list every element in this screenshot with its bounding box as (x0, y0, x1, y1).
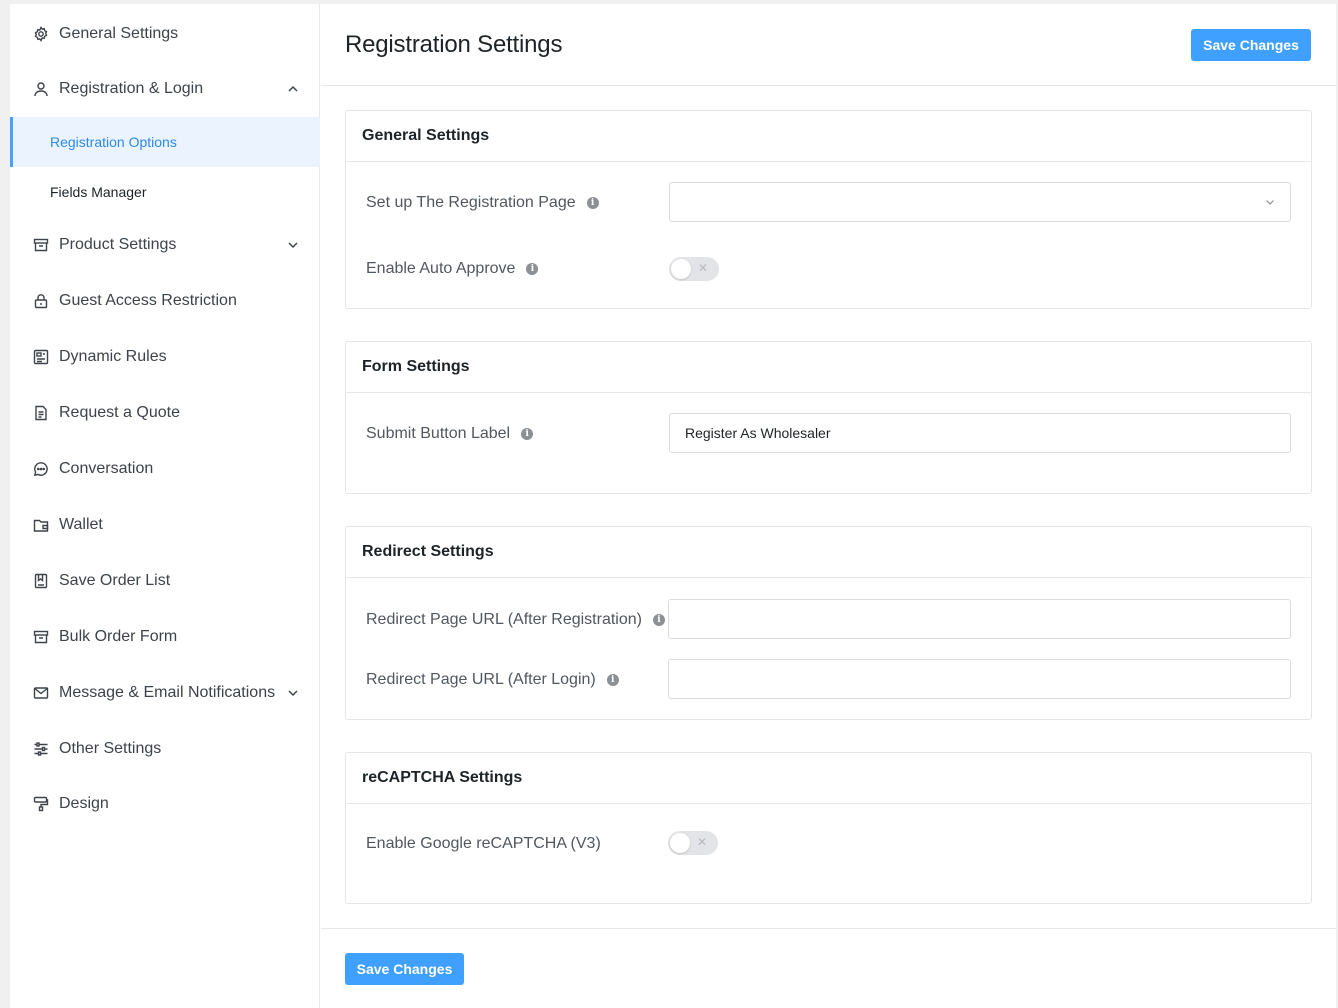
sidebar-item-label: Wallet (59, 516, 103, 533)
toggle-knob (670, 833, 690, 853)
input-value: Register As Wholesaler (685, 425, 831, 441)
chevron-down-icon[interactable] (286, 686, 300, 700)
archive-box-icon (32, 628, 50, 646)
sidebar-item-bulk-order-form[interactable]: Bulk Order Form (10, 615, 320, 659)
auto-approve-row: Enable Auto Approve i (366, 260, 539, 278)
sidebar-item-label: General Settings (59, 25, 179, 42)
field-label: Set up The Registration Page (366, 194, 576, 211)
form-settings-card: Form Settings Submit Button Label i Regi… (345, 341, 1312, 494)
sidebar-item-label: Registration & Login (59, 80, 204, 97)
sidebar-item-conversation[interactable]: Conversation (10, 447, 320, 491)
archive-box-icon (32, 236, 50, 254)
gear-icon (32, 25, 50, 43)
sidebar-item-label: Request a Quote (59, 404, 180, 421)
redirect-after-login-row: Redirect Page URL (After Login) i (366, 671, 619, 689)
info-icon[interactable]: i (606, 674, 619, 686)
close-icon: ✕ (696, 835, 707, 849)
document-icon (32, 404, 50, 422)
sidebar-item-other-settings[interactable]: Other Settings (10, 727, 320, 771)
sidebar-item-guest-access[interactable]: Guest Access Restriction (10, 279, 320, 323)
sidebar-item-request-quote[interactable]: Request a Quote (10, 391, 320, 435)
lock-icon (32, 292, 50, 310)
submit-button-label-input[interactable]: Register As Wholesaler (669, 413, 1291, 453)
field-label: Redirect Page URL (After Login) (366, 671, 596, 688)
sidebar-item-label: Conversation (59, 460, 154, 477)
chevron-up-icon[interactable] (286, 82, 300, 96)
redirect-after-registration-input[interactable] (668, 599, 1291, 639)
info-icon[interactable]: i (526, 263, 539, 275)
registration-page-row: Set up The Registration Page i (366, 194, 599, 212)
sidebar-item-label: Save Order List (59, 572, 171, 589)
rules-icon (32, 348, 50, 366)
sidebar-item-label: Message & Email Notifications (59, 684, 276, 701)
sidebar: General Settings Registration & Login Re… (10, 4, 320, 1008)
bookmark-icon (32, 572, 50, 590)
chat-bubble-icon (32, 460, 50, 478)
card-title: General Settings (346, 111, 1311, 162)
sidebar-subitem-label: Registration Options (50, 134, 177, 150)
general-settings-card: General Settings Set up The Registration… (345, 110, 1312, 309)
card-title: Form Settings (346, 342, 1311, 393)
redirect-after-login-input[interactable] (668, 659, 1291, 699)
field-label: Submit Button Label (366, 425, 511, 442)
info-icon[interactable]: i (652, 614, 665, 626)
field-label: Enable Auto Approve (366, 260, 516, 277)
submit-label-row: Submit Button Label i (366, 425, 534, 443)
redirect-settings-card: Redirect Settings Redirect Page URL (Aft… (345, 526, 1312, 720)
redirect-after-registration-row: Redirect Page URL (After Registration) i (366, 611, 665, 629)
sidebar-item-registration-login[interactable]: Registration & Login (10, 67, 320, 111)
sidebar-item-wallet[interactable]: Wallet (10, 503, 320, 547)
sidebar-item-label: Guest Access Restriction (59, 292, 237, 309)
footer-divider (321, 928, 1336, 929)
paint-roller-icon (32, 795, 50, 813)
field-label: Enable Google reCAPTCHA (V3) (366, 835, 601, 852)
sidebar-item-product-settings[interactable]: Product Settings (10, 223, 320, 267)
save-changes-button-top[interactable]: Save Changes (1191, 29, 1311, 61)
card-title: reCAPTCHA Settings (346, 753, 1311, 804)
sidebar-subitem-fields-manager[interactable]: Fields Manager (10, 167, 320, 217)
sidebar-item-save-order-list[interactable]: Save Order List (10, 559, 320, 603)
sidebar-item-general-settings[interactable]: General Settings (10, 12, 320, 56)
toggle-knob (671, 259, 691, 279)
chevron-down-icon (1266, 200, 1274, 205)
user-icon (32, 80, 50, 98)
sidebar-item-label: Design (59, 795, 109, 812)
info-icon[interactable]: i (521, 428, 534, 440)
sidebar-subitem-registration-options[interactable]: Registration Options (10, 117, 320, 167)
envelope-icon (32, 684, 50, 702)
page-title: Registration Settings (345, 31, 563, 58)
settings-window: General Settings Registration & Login Re… (10, 4, 1336, 1008)
info-icon[interactable]: i (586, 197, 599, 209)
chevron-down-icon[interactable] (286, 238, 300, 252)
save-changes-button-bottom[interactable]: Save Changes (345, 953, 464, 985)
registration-page-select[interactable] (669, 182, 1291, 222)
sidebar-item-label: Other Settings (59, 740, 162, 757)
field-label: Redirect Page URL (After Registration) (366, 611, 642, 628)
recaptcha-settings-card: reCAPTCHA Settings Enable Google reCAPTC… (345, 752, 1312, 904)
sidebar-item-label: Dynamic Rules (59, 348, 167, 365)
auto-approve-toggle[interactable]: ✕ (669, 257, 719, 281)
card-title: Redirect Settings (346, 527, 1311, 578)
wallet-icon (32, 516, 50, 534)
page-header: Registration Settings Save Changes (321, 4, 1336, 86)
sidebar-item-design[interactable]: Design (10, 782, 320, 826)
sidebar-item-message-email-notifications[interactable]: Message & Email Notifications (10, 671, 320, 715)
main-content: Registration Settings Save Changes Gener… (321, 4, 1336, 1008)
sidebar-subitem-label: Fields Manager (50, 184, 147, 200)
recaptcha-toggle[interactable]: ✕ (668, 831, 718, 855)
recaptcha-enable-row: Enable Google reCAPTCHA (V3) (366, 835, 601, 853)
close-icon: ✕ (697, 261, 708, 275)
sidebar-item-dynamic-rules[interactable]: Dynamic Rules (10, 335, 320, 379)
sliders-icon (32, 740, 50, 758)
sidebar-item-label: Product Settings (59, 236, 177, 253)
sidebar-item-label: Bulk Order Form (59, 628, 178, 645)
